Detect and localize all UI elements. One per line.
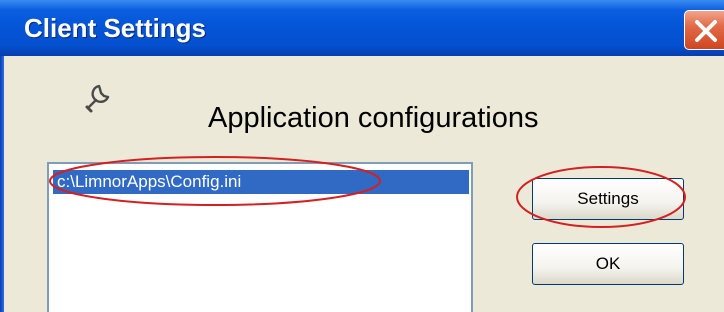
- wrench-icon: [82, 80, 116, 118]
- list-item[interactable]: c:\LimnorApps\Config.ini: [53, 170, 469, 194]
- close-button[interactable]: [684, 10, 724, 50]
- config-file-list[interactable]: c:\LimnorApps\Config.ini: [47, 162, 473, 312]
- ok-button[interactable]: OK: [532, 243, 684, 285]
- settings-button[interactable]: Settings: [532, 178, 684, 220]
- section-heading: Application configurations: [208, 102, 539, 134]
- window-left-border: [0, 56, 4, 312]
- client-settings-window: Client Settings Application configuratio…: [0, 0, 724, 312]
- title-bar[interactable]: Client Settings: [0, 0, 724, 56]
- window-title: Client Settings: [24, 13, 207, 43]
- close-icon: [695, 20, 717, 42]
